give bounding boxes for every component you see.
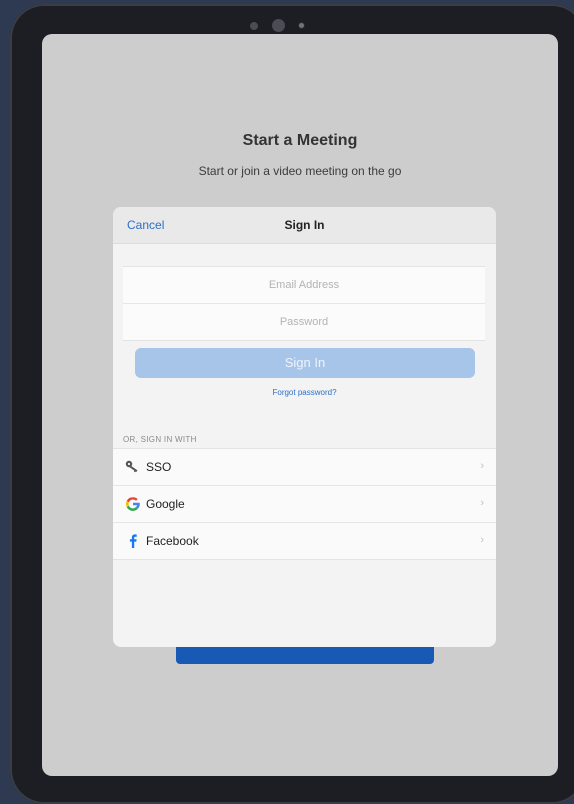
camera-icon: [272, 19, 285, 32]
sign-in-sheet: Cancel Sign In Sign In Forgot password? …: [113, 207, 496, 647]
sign-in-button[interactable]: Sign In: [135, 348, 475, 378]
page-subtitle: Start or join a video meeting on the go: [198, 164, 402, 178]
provider-sso-row[interactable]: SSO ›: [113, 449, 496, 485]
email-field[interactable]: [123, 267, 485, 303]
facebook-icon: [129, 534, 137, 548]
key-icon: [125, 460, 138, 473]
lens-dot: [299, 23, 304, 28]
provider-label: Facebook: [146, 534, 199, 548]
credential-fields: [123, 266, 485, 341]
provider-label: Google: [146, 497, 185, 511]
chevron-right-icon: ›: [480, 497, 484, 509]
sensor-dot: [250, 22, 258, 30]
sheet-title: Sign In: [284, 218, 325, 232]
page-title: Start a Meeting: [242, 132, 358, 149]
sign-in-providers: SSO › Google › Facebook ›: [113, 448, 496, 560]
provider-label: SSO: [146, 460, 172, 474]
or-sign-in-with-label: OR, SIGN IN WITH: [123, 435, 197, 444]
provider-google-row[interactable]: Google ›: [113, 485, 496, 522]
sheet-header: Cancel Sign In: [113, 207, 496, 244]
app-screen: Start a Meeting Start or join a video me…: [42, 34, 558, 776]
camera-cluster: [250, 19, 310, 33]
chevron-right-icon: ›: [480, 534, 484, 546]
password-field[interactable]: [123, 304, 485, 340]
provider-facebook-row[interactable]: Facebook ›: [113, 522, 496, 559]
chevron-right-icon: ›: [480, 460, 484, 472]
google-icon: [126, 497, 140, 511]
forgot-password-link[interactable]: Forgot password?: [113, 388, 496, 397]
